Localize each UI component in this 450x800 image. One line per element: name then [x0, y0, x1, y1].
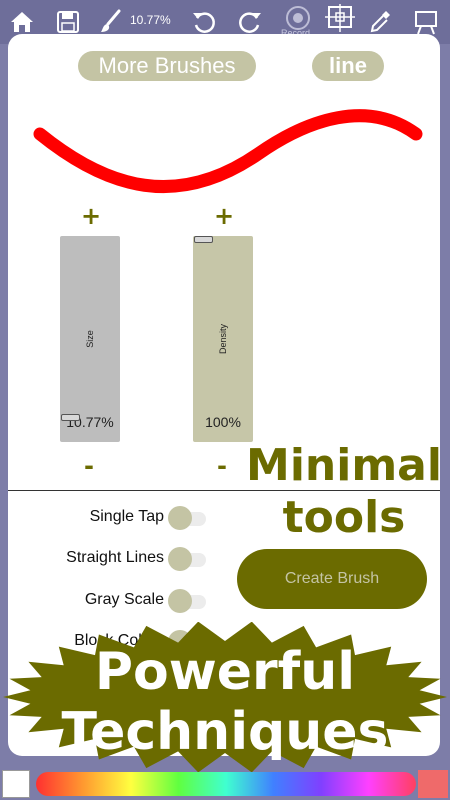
density-slider-value: 100%: [205, 414, 241, 430]
promo-line: tools: [282, 492, 406, 543]
density-slider-handle[interactable]: [194, 236, 213, 243]
promo-line: Techniques: [61, 702, 389, 762]
density-slider-label: Density: [218, 323, 228, 355]
toggle-thumb[interactable]: [168, 589, 192, 613]
toggle-label: Gray Scale: [84, 591, 164, 608]
density-increase-button[interactable]: +: [214, 202, 234, 230]
density-slider[interactable]: Density 100%: [193, 236, 253, 442]
size-slider-handle[interactable]: [61, 413, 80, 421]
size-increase-button[interactable]: +: [81, 202, 101, 230]
color-spectrum-bar[interactable]: [36, 772, 416, 796]
current-color-swatch[interactable]: [418, 770, 448, 798]
promo-line: Minimal: [246, 440, 442, 491]
promo-minimal-tools: Minimal tools: [242, 440, 446, 544]
zoom-readout: 10.77%: [130, 13, 171, 27]
toggle-gray-scale[interactable]: Gray Scale: [8, 585, 208, 615]
stroke-preview: [33, 109, 423, 194]
create-brush-button[interactable]: Create Brush: [237, 549, 427, 609]
toggle-single-tap[interactable]: Single Tap: [8, 502, 208, 532]
toggle-label: Straight Lines: [66, 549, 164, 566]
density-decrease-button[interactable]: -: [217, 452, 227, 480]
toggle-thumb[interactable]: [168, 547, 192, 571]
size-decrease-button[interactable]: -: [84, 452, 94, 480]
toggle-thumb[interactable]: [168, 506, 192, 530]
size-slider-label: Size: [85, 330, 95, 348]
toggle-straight-lines[interactable]: Straight Lines: [8, 543, 208, 573]
brush-mode-button[interactable]: line: [312, 51, 384, 81]
toggle-label: Single Tap: [89, 508, 164, 525]
promo-line: Powerful: [94, 642, 356, 702]
more-brushes-button[interactable]: More Brushes: [78, 51, 256, 81]
white-swatch[interactable]: [2, 770, 30, 798]
size-slider[interactable]: Size 10.77%: [60, 236, 120, 442]
promo-powerful-techniques: Powerful Techniques: [0, 642, 450, 762]
grid-icon[interactable]: [322, 0, 358, 36]
